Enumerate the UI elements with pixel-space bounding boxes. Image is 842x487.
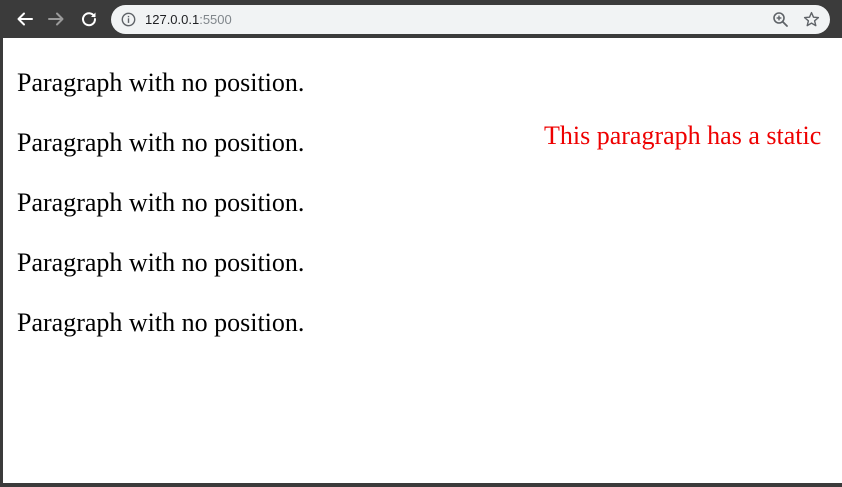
- forward-button[interactable]: [42, 5, 70, 33]
- star-icon[interactable]: [803, 11, 820, 28]
- paragraph-no-position: Paragraph with no position.: [17, 188, 305, 217]
- address-url[interactable]: 127.0.0.1:5500: [145, 11, 232, 28]
- paragraph-no-position: Paragraph with no position.: [17, 308, 305, 337]
- url-host: 127.0.0.1: [145, 12, 200, 27]
- static-position-paragraph: This paragraph has a static: [544, 121, 822, 150]
- paragraph-no-position: Paragraph with no position.: [17, 248, 305, 277]
- url-port: :5500: [199, 12, 232, 27]
- browser-window: 127.0.0.1:5500 Paragraph with no positio…: [0, 0, 842, 487]
- info-icon[interactable]: [121, 12, 136, 27]
- reload-button[interactable]: [75, 5, 103, 33]
- reload-icon: [82, 12, 97, 27]
- back-button[interactable]: [11, 5, 39, 33]
- page-viewport: Paragraph with no position. Paragraph wi…: [3, 38, 842, 483]
- browser-toolbar: 127.0.0.1:5500: [0, 0, 842, 38]
- arrow-right-icon: [48, 12, 64, 26]
- arrow-left-icon: [17, 12, 33, 26]
- paragraph-no-position: Paragraph with no position.: [17, 128, 305, 157]
- zoom-icon[interactable]: [772, 11, 789, 28]
- paragraph-no-position: Paragraph with no position.: [17, 68, 305, 97]
- address-bar[interactable]: 127.0.0.1:5500: [111, 5, 830, 34]
